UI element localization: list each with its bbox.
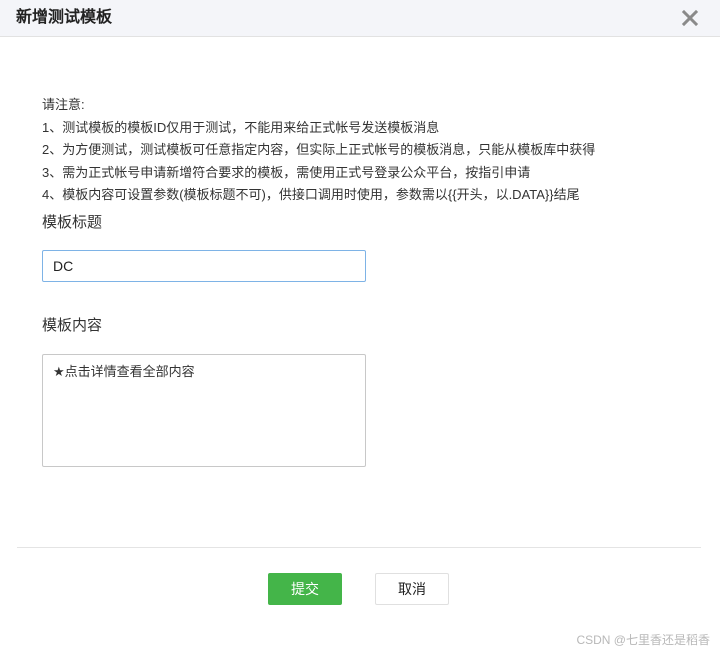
close-icon[interactable]: [678, 6, 702, 30]
notes-block: 请注意: 1、测试模板的模板ID仅用于测试，不能用来给正式帐号发送模板消息 2、…: [42, 94, 595, 207]
note-line: 1、测试模板的模板ID仅用于测试，不能用来给正式帐号发送模板消息: [42, 119, 440, 135]
template-title-label: 模板标题: [42, 214, 103, 231]
note-line: 4、模板内容可设置参数(模板标题不可)，供接口调用时使用，参数需以{{开头，以.…: [42, 187, 580, 202]
dialog-title: 新增测试模板: [16, 9, 113, 26]
cancel-button[interactable]: 取消: [375, 573, 449, 605]
note-line: 2、为方便测试，测试模板可任意指定内容，但实际上正式帐号的模板消息，只能从模板库…: [42, 142, 596, 157]
note-line: 3、需为正式帐号申请新增符合要求的模板，需使用正式号登录公众平台，按指引申请: [42, 164, 531, 180]
dialog-header: 新增测试模板: [0, 0, 720, 37]
watermark: CSDN @七里香还是稻香: [576, 633, 710, 647]
footer-divider: [17, 547, 701, 548]
submit-button[interactable]: 提交: [268, 573, 342, 605]
template-title-input[interactable]: [42, 250, 366, 282]
dialog: 新增测试模板 请注意: 1、测试模板的模板ID仅用于测试，不能用来给正式帐号发送…: [0, 0, 720, 654]
notes-heading: 请注意:: [42, 97, 85, 112]
template-content-label: 模板内容: [42, 317, 103, 334]
template-content-textarea[interactable]: ★点击详情查看全部内容: [42, 354, 366, 467]
